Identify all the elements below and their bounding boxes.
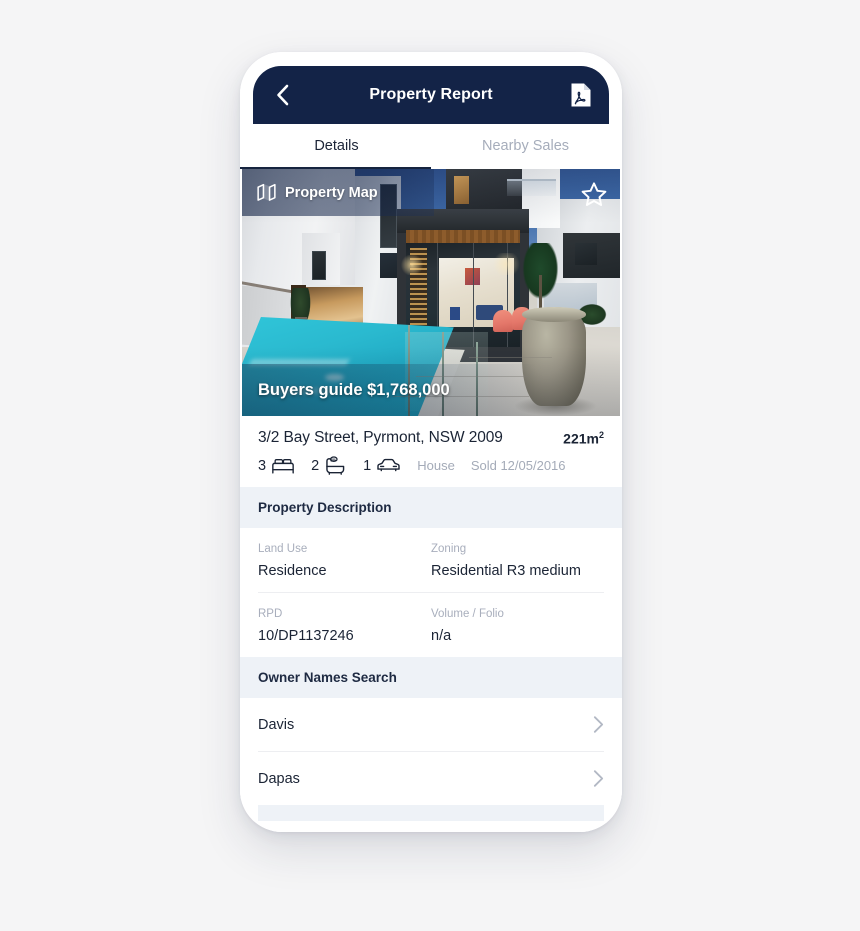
bath-icon bbox=[326, 456, 345, 475]
field-volume-folio-value: n/a bbox=[431, 628, 452, 644]
feature-bedrooms: 3 bbox=[258, 457, 295, 474]
field-zoning-label: Zoning bbox=[431, 543, 467, 555]
property-type: House bbox=[417, 458, 455, 473]
car-icon bbox=[377, 458, 400, 472]
navigation-bar: Property Report bbox=[253, 66, 609, 124]
pdf-document-icon bbox=[571, 83, 591, 107]
list-item[interactable]: Dapas bbox=[258, 751, 604, 805]
field-rpd: RPD 10/DP1137246 bbox=[258, 608, 431, 644]
buyers-guide-banner: Buyers guide $1,768,000 bbox=[242, 364, 620, 416]
description-row: Land Use Residence Zoning Residential R3… bbox=[258, 528, 604, 592]
property-map-label: Property Map bbox=[285, 184, 378, 201]
field-zoning: Zoning Residential R3 medium bbox=[431, 543, 604, 579]
property-summary: 3/2 Bay Street, Pyrmont, NSW 2009 221m2 … bbox=[240, 416, 622, 487]
owner-name-label: Davis bbox=[258, 716, 295, 733]
property-area-value: 221m bbox=[563, 430, 599, 447]
field-land-use-label: Land Use bbox=[258, 543, 308, 555]
field-zoning-value: Residential R3 medium bbox=[431, 563, 581, 579]
owner-name-label: Dapas bbox=[258, 770, 300, 787]
page-root: Property Report Details Nearby Sales Pro… bbox=[0, 0, 860, 931]
section-header-owner-names-search: Owner Names Search bbox=[240, 657, 622, 698]
pdf-export-button[interactable] bbox=[567, 80, 595, 110]
page-title: Property Report bbox=[369, 86, 493, 103]
feature-car-spaces: 1 bbox=[363, 458, 401, 474]
field-volume-folio: Volume / Folio n/a bbox=[431, 608, 604, 644]
bathrooms-count: 2 bbox=[311, 457, 320, 474]
owner-names-list: Davis Dapas bbox=[240, 698, 622, 805]
property-description-body: Land Use Residence Zoning Residential R3… bbox=[240, 528, 622, 657]
property-address: 3/2 Bay Street, Pyrmont, NSW 2009 bbox=[258, 429, 503, 446]
tab-nearby-sales[interactable]: Nearby Sales bbox=[431, 124, 620, 169]
chevron-right-icon bbox=[593, 770, 604, 787]
section-header-property-description: Property Description bbox=[240, 487, 622, 528]
tab-nearby-sales-label: Nearby Sales bbox=[481, 137, 570, 154]
property-area: 221m2 bbox=[563, 429, 604, 447]
star-outline-icon bbox=[581, 182, 607, 206]
tab-bar: Details Nearby Sales bbox=[240, 124, 620, 169]
address-row: 3/2 Bay Street, Pyrmont, NSW 2009 221m2 bbox=[258, 429, 604, 447]
phone-screen: Property Report Details Nearby Sales Pro… bbox=[240, 52, 622, 832]
chevron-right-icon bbox=[593, 716, 604, 733]
property-area-unit: 2 bbox=[598, 430, 604, 440]
next-section-peek bbox=[258, 805, 604, 821]
field-land-use: Land Use Residence bbox=[258, 543, 431, 579]
field-land-use-value: Residence bbox=[258, 563, 327, 579]
description-row: RPD 10/DP1137246 Volume / Folio n/a bbox=[258, 592, 604, 657]
field-rpd-label: RPD bbox=[258, 608, 283, 620]
map-icon bbox=[257, 183, 276, 201]
buyers-guide-price: Buyers guide $1,768,000 bbox=[258, 380, 450, 399]
tab-details-label: Details bbox=[314, 137, 359, 154]
chevron-left-icon bbox=[276, 84, 288, 106]
list-item[interactable]: Davis bbox=[258, 698, 604, 751]
property-hero-image[interactable]: Property Map Buyers guide $1,768,000 bbox=[242, 169, 620, 416]
bed-icon bbox=[272, 459, 294, 474]
property-features: 3 2 1 House Sold 12/05/2016 bbox=[258, 456, 604, 475]
field-rpd-value: 10/DP1137246 bbox=[258, 628, 354, 644]
field-volume-folio-label: Volume / Folio bbox=[431, 608, 504, 620]
bedrooms-count: 3 bbox=[258, 457, 267, 474]
phone-frame: Property Report Details Nearby Sales Pro… bbox=[240, 52, 622, 832]
property-map-button[interactable]: Property Map bbox=[242, 169, 434, 216]
sold-date: Sold 12/05/2016 bbox=[470, 458, 566, 473]
car-spaces-count: 1 bbox=[363, 457, 372, 474]
tab-details[interactable]: Details bbox=[240, 124, 431, 169]
back-button[interactable] bbox=[267, 80, 297, 110]
feature-bathrooms: 2 bbox=[311, 456, 347, 475]
favorite-button[interactable] bbox=[580, 181, 608, 209]
